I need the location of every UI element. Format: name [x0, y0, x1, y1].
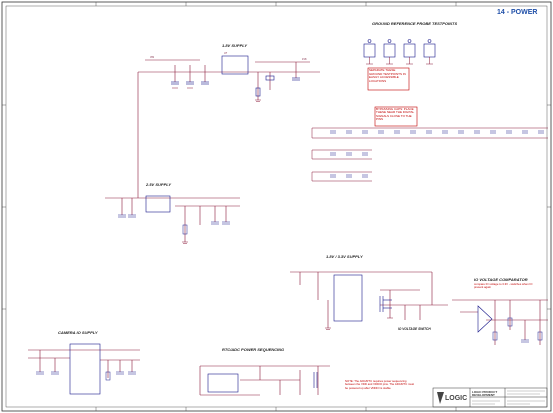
schematic-sheet: 14 - POWER 1.8V SUPPLY U? VIN 1V8 GROUND R… — [1, 1, 552, 412]
logo-text: LOGIC — [445, 395, 467, 402]
section-label-camera-io: CAMERA IO SUPPLY — [58, 330, 98, 335]
section-label-ground-ref: GROUND REFERENCE PROBE TESTPOINTS — [372, 21, 457, 26]
supply-1-8v-circuit — [137, 59, 320, 190]
sequencing-note: NOTE: The ADC/RTC requires power sequenc… — [345, 380, 415, 390]
ground-note: SEPARATE THESE GROUND TESTPOINTS IN EASI… — [369, 69, 406, 83]
comparator-opamp — [477, 305, 493, 333]
caps-1-8v — [171, 75, 300, 97]
rtc-seq-circuit — [199, 365, 330, 396]
ground-symbols-1-8v-3-3v — [325, 317, 393, 330]
regulator-1-8v — [221, 55, 249, 75]
svg-text:U?: U? — [224, 52, 228, 55]
section-label-1-8v-3-3v: 1.8V / 3.3V SUPPLY — [326, 254, 363, 259]
logic-logo: LOGIC — [437, 392, 467, 404]
svg-text:1V8: 1V8 — [302, 58, 307, 61]
camera-io-caps — [36, 371, 136, 381]
section-label-1-8v: 1.8V SUPPLY — [222, 43, 247, 48]
small-labels-1-8v: U? VIN 1V8 — [150, 52, 307, 61]
caps-2-5v — [118, 214, 230, 235]
ground-testpoint-wires — [366, 57, 433, 65]
regulator-1-8v-3-3v — [333, 274, 363, 322]
camera-io-regulator — [69, 343, 101, 395]
section-label-io-switch: IO VOLTAGE SWITCH — [398, 327, 431, 331]
rtc-seq-ic — [207, 373, 239, 393]
ground-testpoints — [363, 39, 436, 58]
regulator-2-5v — [145, 195, 171, 213]
bypass-cap-rows — [311, 127, 548, 182]
ground-symbols-1-8v — [172, 87, 261, 102]
section-label-2-5v: 2.5V SUPPLY — [145, 182, 171, 187]
ground-symbols-2-5v — [182, 241, 188, 244]
sheet-title: 14 - POWER — [497, 9, 537, 16]
rtc-seq-fet — [313, 372, 318, 388]
section-label-io-comparator: IO VOLTAGE COMPARATOR — [474, 277, 528, 282]
comparator-circuit — [452, 299, 548, 345]
section-label-rtc-seq: RTC/ADC POWER SEQUENCING — [222, 347, 284, 352]
title-block-line2: DEVELOPMENT — [472, 393, 495, 397]
comparator-note: compare IO voltage to 3.3V - switches wh… — [474, 283, 533, 290]
supply-2-5v-circuit — [105, 190, 240, 242]
svg-text:VIN: VIN — [150, 56, 154, 59]
supply-1-8v-3-3v-circuit — [290, 271, 448, 328]
bypass-note: BYPASSING CAPS: PLACE THESE NEAR THE DIG… — [376, 108, 415, 121]
comparator-parts — [492, 317, 543, 343]
